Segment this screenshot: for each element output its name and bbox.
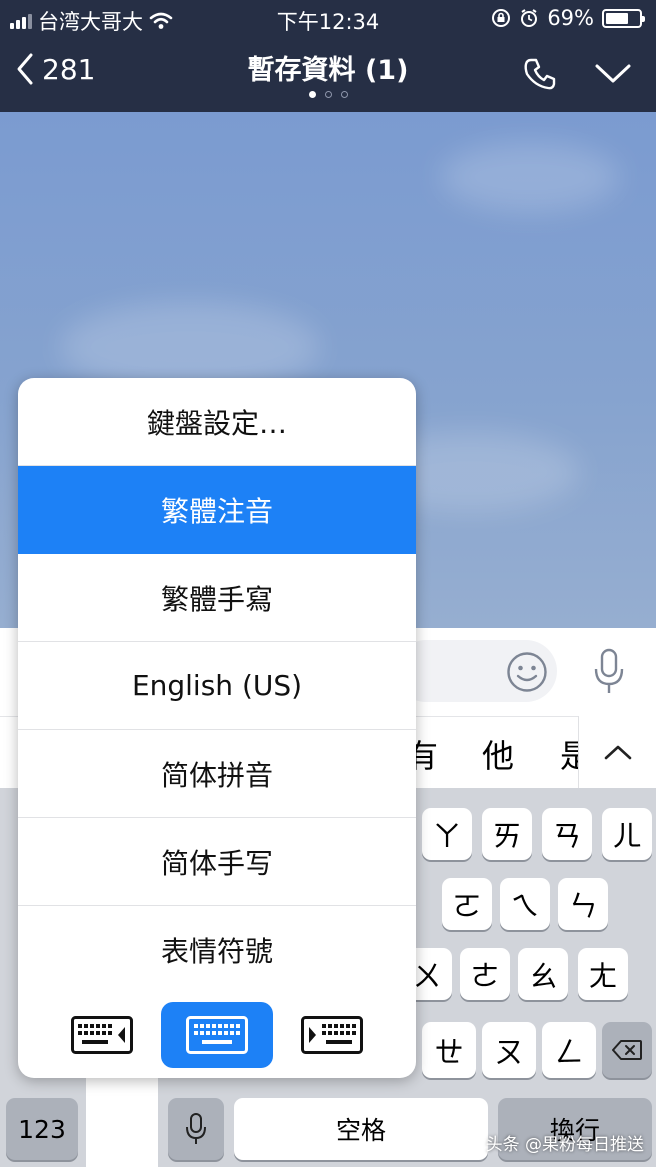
orientation-lock-icon [492,9,511,27]
microphone-icon [186,1113,206,1144]
microphone-icon[interactable] [592,648,626,696]
key[interactable]: ㄥ [542,1022,596,1078]
popup-stem [86,1066,158,1167]
status-bar: 台湾大哥大 下午12:34 69% [0,0,656,36]
candidate-word[interactable]: 他 [482,731,514,777]
page-dot [308,91,316,98]
alarm-icon [521,9,538,27]
dictation-key[interactable] [168,1098,224,1160]
menu-item-pinyin[interactable]: 简体拼音 [18,730,416,818]
backspace-icon [612,1040,642,1060]
input-mode-menu: 鍵盤設定… 繁體注音 繁體手寫 English (US) 简体拼音 简体手写 表… [18,378,416,1078]
battery-fill [606,12,629,24]
menu-item-simp-handwriting[interactable]: 简体手写 [18,818,416,906]
numbers-key[interactable]: 123 [6,1098,78,1160]
key[interactable]: ㄚ [422,808,472,860]
key[interactable]: ㄢ [542,808,592,860]
key[interactable]: ㄤ [578,948,628,1000]
key[interactable]: ㄟ [500,878,550,930]
chevron-up-icon [604,745,631,760]
keyboard-layout-options [18,994,416,1078]
key[interactable]: ㄞ [482,808,532,860]
menu-item-english-us[interactable]: English (US) [18,642,416,730]
key[interactable]: ㄣ [558,878,608,930]
smiley-icon[interactable] [506,651,548,693]
menu-item-keyboard-settings[interactable]: 鍵盤設定… [18,378,416,466]
keyboard-icon [186,1016,248,1054]
right-handed-keyboard-button[interactable] [276,1002,388,1068]
page-indicator [0,91,656,98]
key[interactable]: ㄠ [518,948,568,1000]
key[interactable]: ㄦ [602,808,652,860]
key[interactable]: ㄜ [460,948,510,1000]
menu-item-emoji[interactable]: 表情符號 [18,906,416,994]
key[interactable]: ㄝ [422,1022,476,1078]
expand-candidates-button[interactable] [578,716,656,788]
page-dot [340,91,348,98]
chevron-down-icon[interactable] [594,62,632,86]
delete-key[interactable] [602,1022,652,1078]
navigation-bar: 281 暫存資料 (1) [0,36,656,112]
watermark: 头条 @果粉每日推送 [485,1135,644,1155]
left-handed-keyboard-button[interactable] [46,1002,158,1068]
battery-percent: 69% [547,6,594,30]
status-right: 69% [491,6,645,30]
phone-icon[interactable] [522,56,558,92]
keyboard-left-icon [71,1016,133,1054]
key[interactable]: ㄡ [482,1022,536,1078]
menu-item-trad-handwriting[interactable]: 繁體手寫 [18,554,416,642]
standard-keyboard-button[interactable] [161,1002,273,1068]
keyboard-right-icon [301,1016,363,1054]
key[interactable]: ㄛ [442,878,492,930]
battery-icon [602,8,645,28]
page-dot [324,91,332,98]
menu-item-zhuyin[interactable]: 繁體注音 [18,466,416,554]
space-key[interactable]: 空格 [234,1098,488,1160]
